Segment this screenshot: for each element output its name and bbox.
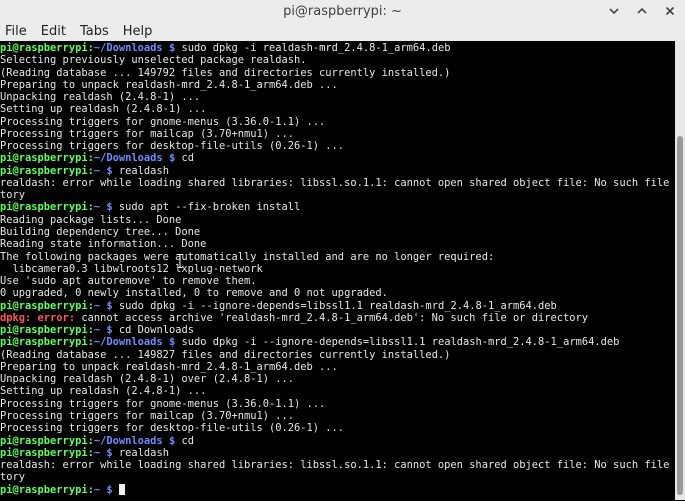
- error-message: cannot access archive 'realdash-mrd_2.4.…: [75, 311, 589, 324]
- prompt-path: ~/Downloads: [93, 434, 163, 447]
- prompt-symbol: $: [100, 201, 119, 214]
- window-title: pi@raspberrypi: ~: [283, 3, 402, 19]
- maximize-icon[interactable]: [635, 4, 649, 18]
- prompt-line: pi@raspberrypi:~/Downloads $ cd: [0, 152, 675, 164]
- prompt-line: pi@raspberrypi:~ $ realdash: [0, 165, 675, 177]
- output-line: Setting up realdash (2.4.8-1) ...: [0, 385, 207, 398]
- prompt-line: pi@raspberrypi:~ $ cd Downloads: [0, 324, 675, 336]
- error-label: dpkg: error:: [0, 311, 76, 324]
- scrollbar-thumb[interactable]: [677, 136, 683, 495]
- output-line: Unpacking realdash (2.4.8-1) over (2.4.8…: [0, 373, 295, 386]
- prompt-user: pi@raspberrypi: [0, 434, 88, 447]
- prompt-symbol: $: [100, 299, 119, 312]
- prompt-user: pi@raspberrypi: [0, 152, 88, 165]
- output-line: Building dependency tree... Done: [0, 225, 201, 238]
- output-line: realdash: error while loading shared lib…: [0, 176, 675, 189]
- error-line: dpkg: error: cannot access archive 'real…: [0, 312, 675, 324]
- prompt-path: ~/Downloads: [93, 336, 163, 349]
- prompt-line: pi@raspberrypi:~/Downloads $ sudo dpkg -…: [0, 42, 675, 54]
- prompt-symbol: $: [162, 434, 182, 447]
- prompt-user: pi@raspberrypi: [0, 324, 88, 337]
- command-text: cd: [181, 152, 194, 165]
- command-text: cd Downloads: [118, 324, 194, 337]
- output-line: realdash: error while loading shared lib…: [0, 459, 675, 472]
- prompt-line: pi@raspberrypi:~ $ realdash: [0, 447, 675, 459]
- terminal-output[interactable]: pi@raspberrypi:~/Downloads $ sudo dpkg -…: [0, 41, 675, 501]
- prompt-symbol: $: [100, 446, 119, 459]
- command-text: realdash: [118, 164, 169, 177]
- close-icon[interactable]: [663, 4, 677, 18]
- window-titlebar[interactable]: pi@raspberrypi: ~: [0, 0, 685, 23]
- menu-edit[interactable]: Edit: [34, 24, 73, 39]
- prompt-line: pi@raspberrypi:~ $ sudo apt --fix-broken…: [0, 201, 675, 213]
- output-line: Processing triggers for gnome-menus (3.3…: [0, 115, 326, 128]
- prompt-user: pi@raspberrypi: [0, 299, 88, 312]
- terminal-scrollbar[interactable]: [675, 41, 685, 500]
- prompt-user: pi@raspberrypi: [0, 42, 88, 54]
- prompt-user: pi@raspberrypi: [0, 336, 88, 349]
- menu-tabs[interactable]: Tabs: [73, 24, 116, 39]
- prompt-symbol: $: [100, 164, 119, 177]
- command-text: cd: [181, 434, 194, 447]
- prompt-line: pi@raspberrypi:~ $: [0, 483, 675, 496]
- command-text: sudo apt --fix-broken install: [118, 201, 301, 214]
- command-text: realdash: [118, 446, 169, 459]
- prompt-symbol: $: [162, 152, 182, 165]
- prompt-symbol: $: [100, 483, 119, 496]
- menu-help[interactable]: Help: [116, 24, 160, 39]
- command-text: sudo dpkg -i --ignore-depends=libssl1.1 …: [181, 336, 620, 349]
- prompt-user: pi@raspberrypi: [0, 164, 88, 177]
- prompt-user: pi@raspberrypi: [0, 201, 88, 214]
- prompt-symbol: $: [100, 324, 119, 337]
- menu-file[interactable]: File: [0, 24, 34, 39]
- prompt-line: pi@raspberrypi:~/Downloads $ sudo dpkg -…: [0, 336, 675, 348]
- output-line: Use 'sudo apt autoremove' to remove them…: [0, 275, 257, 288]
- menubar: File Edit Tabs Help: [0, 22, 685, 42]
- output-line: Setting up realdash (2.4.8-1) ...: [0, 103, 207, 116]
- prompt-path: ~/Downloads: [93, 42, 163, 54]
- output-line: Reading state information... Done: [0, 238, 207, 251]
- output-line: tory: [0, 471, 26, 484]
- output-line: Processing triggers for gnome-menus (3.3…: [0, 397, 326, 410]
- text-cursor: [118, 483, 125, 495]
- prompt-line: pi@raspberrypi:~ $ sudo dpkg -i --ignore…: [0, 300, 675, 312]
- command-text: sudo dpkg -i --ignore-depends=libssl1.1 …: [118, 299, 557, 312]
- output-line: Processing triggers for mailcap (3.70+nm…: [0, 127, 295, 140]
- prompt-symbol: $: [162, 336, 182, 349]
- output-line: Processing triggers for mailcap (3.70+nm…: [0, 409, 295, 422]
- output-line: Processing triggers for desktop-file-uti…: [0, 422, 345, 435]
- output-line: Processing triggers for desktop-file-uti…: [0, 140, 345, 153]
- prompt-symbol: $: [162, 42, 182, 54]
- window-controls: [607, 0, 677, 22]
- output-line: libcamera0.3 libwlroots12 lxplug-network: [0, 262, 263, 275]
- output-line: Reading package lists... Done: [0, 213, 182, 226]
- prompt-user: pi@raspberrypi: [0, 446, 88, 459]
- prompt-user: pi@raspberrypi: [0, 483, 88, 496]
- output-line: (Reading database ... 149792 files and d…: [0, 66, 451, 79]
- command-text: sudo dpkg -i realdash-mrd_2.4.8-1_arm64.…: [181, 42, 451, 54]
- output-line: tory: [0, 189, 26, 202]
- minimize-icon[interactable]: [607, 4, 621, 18]
- output-line: Selecting previously unselected package …: [0, 54, 307, 67]
- output-line: Preparing to unpack realdash-mrd_2.4.8-1…: [0, 78, 338, 91]
- output-line: Preparing to unpack realdash-mrd_2.4.8-1…: [0, 360, 338, 373]
- output-line: (Reading database ... 149827 files and d…: [0, 348, 451, 361]
- output-line: Unpacking realdash (2.4.8-1) ...: [0, 91, 201, 104]
- output-line: 0 upgraded, 0 newly installed, 0 to remo…: [0, 287, 388, 300]
- prompt-path: ~/Downloads: [93, 152, 163, 165]
- prompt-line: pi@raspberrypi:~/Downloads $ cd: [0, 435, 675, 447]
- output-line: The following packages were automaticall…: [0, 250, 495, 263]
